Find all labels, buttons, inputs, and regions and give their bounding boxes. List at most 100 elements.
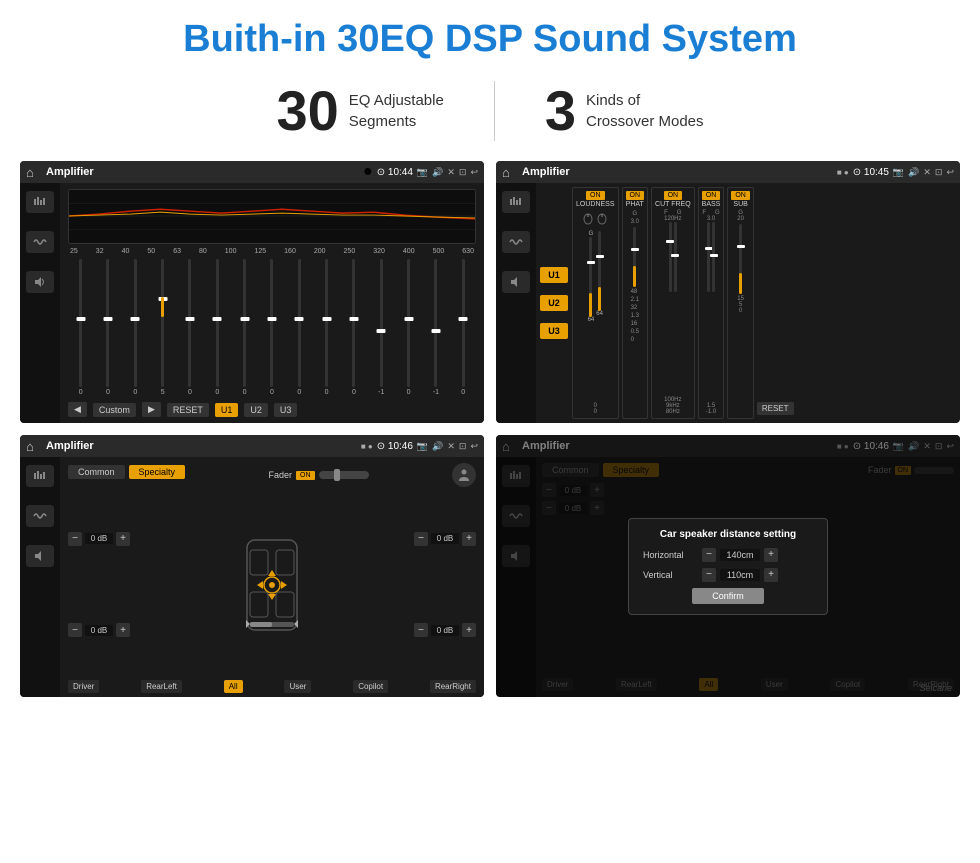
loudness-on[interactable]: ON xyxy=(586,191,605,200)
freq-500: 500 xyxy=(433,248,445,255)
db-minus-2[interactable]: − xyxy=(68,623,82,637)
nav-copilot[interactable]: Copilot xyxy=(353,680,388,693)
sidebar-btn-wave-3[interactable] xyxy=(26,505,54,527)
next-button[interactable]: ▶ xyxy=(142,402,161,417)
phat-on[interactable]: ON xyxy=(626,191,645,200)
db-value-4: 0 dB xyxy=(431,625,459,636)
screen3-sidebar xyxy=(20,457,60,697)
crossover-reset-btn[interactable]: RESET xyxy=(757,402,794,415)
cutfreq-sliders xyxy=(669,222,677,397)
slider-4[interactable]: 5 xyxy=(150,259,175,396)
sidebar-btn-eq-3[interactable] xyxy=(26,465,54,487)
slider-12[interactable]: -1 xyxy=(369,259,394,396)
slider-14[interactable]: -1 xyxy=(423,259,448,396)
slider-1[interactable]: 0 xyxy=(68,259,93,396)
db-plus-1[interactable]: + xyxy=(116,532,130,546)
camera-icon-3: 📷 xyxy=(417,441,428,452)
u3-crossover-btn[interactable]: U3 xyxy=(540,323,568,339)
preset-button[interactable]: Custom xyxy=(93,403,136,417)
slider-7[interactable]: 0 xyxy=(232,259,257,396)
left-db-controls: − 0 dB + − 0 dB + xyxy=(68,493,130,676)
sidebar-btn-vol-2[interactable] xyxy=(502,271,530,293)
db-minus-4[interactable]: − xyxy=(414,623,428,637)
dialog-overlay: Car speaker distance setting Horizontal … xyxy=(496,435,960,697)
u1-button[interactable]: U1 xyxy=(215,403,239,417)
slider-10[interactable]: 0 xyxy=(314,259,339,396)
db-plus-3[interactable]: + xyxy=(462,532,476,546)
car-person-icon[interactable] xyxy=(452,463,476,487)
db-minus-3[interactable]: − xyxy=(414,532,428,546)
nav-user[interactable]: User xyxy=(284,680,311,693)
vertical-plus[interactable]: + xyxy=(764,568,778,582)
sub-on[interactable]: ON xyxy=(731,191,750,200)
freq-80: 80 xyxy=(199,248,207,255)
speaker-main: Common Specialty Fader ON xyxy=(60,457,484,697)
db-minus-1[interactable]: − xyxy=(68,532,82,546)
status-dot-1: ● xyxy=(363,163,373,181)
slider-2[interactable]: 0 xyxy=(95,259,120,396)
volume-icon-3: 🔊 xyxy=(432,441,443,452)
vertical-minus[interactable]: − xyxy=(702,568,716,582)
db-plus-2[interactable]: + xyxy=(116,623,130,637)
slider-5[interactable]: 0 xyxy=(177,259,202,396)
freq-25: 25 xyxy=(70,248,78,255)
sidebar-btn-eq-2[interactable] xyxy=(502,191,530,213)
tab-specialty[interactable]: Specialty xyxy=(129,465,186,479)
screen2-app-title: Amplifier xyxy=(522,166,833,178)
fader-track[interactable] xyxy=(319,471,369,479)
back-icon-3[interactable]: ↩ xyxy=(470,441,478,452)
horizontal-minus[interactable]: − xyxy=(702,548,716,562)
expand-icon-3[interactable]: ⊡ xyxy=(459,441,467,452)
nav-all[interactable]: All xyxy=(224,680,243,693)
close-icon-1[interactable]: ✕ xyxy=(447,167,455,178)
freq-40: 40 xyxy=(122,248,130,255)
u2-button[interactable]: U2 xyxy=(244,403,268,417)
back-icon-1[interactable]: ↩ xyxy=(470,167,478,178)
slider-15[interactable]: 0 xyxy=(451,259,476,396)
eq-bottom-controls: ◀ Custom ▶ RESET U1 U2 U3 xyxy=(68,400,476,419)
eq-main: 25 32 40 50 63 80 100 125 160 200 250 32… xyxy=(60,183,484,423)
expand-icon-2[interactable]: ⊡ xyxy=(935,167,943,178)
nav-rearright[interactable]: RearRight xyxy=(430,680,476,693)
stats-row: 30 EQ AdjustableSegments 3 Kinds ofCross… xyxy=(0,71,980,161)
close-icon-3[interactable]: ✕ xyxy=(447,441,455,452)
sidebar-btn-vol[interactable] xyxy=(26,271,54,293)
db-plus-4[interactable]: + xyxy=(462,623,476,637)
reset-button[interactable]: RESET xyxy=(167,403,209,417)
prev-button[interactable]: ◀ xyxy=(68,402,87,417)
horizontal-plus[interactable]: + xyxy=(764,548,778,562)
expand-icon-1[interactable]: ⊡ xyxy=(459,167,467,178)
u3-button[interactable]: U3 xyxy=(274,403,298,417)
nav-driver[interactable]: Driver xyxy=(68,680,99,693)
u2-crossover-btn[interactable]: U2 xyxy=(540,295,568,311)
home-icon-3[interactable]: ⌂ xyxy=(26,438,42,454)
slider-9[interactable]: 0 xyxy=(287,259,312,396)
confirm-button[interactable]: Confirm xyxy=(692,588,764,604)
screen1-app-title: Amplifier xyxy=(46,166,359,178)
sidebar-btn-wave[interactable] xyxy=(26,231,54,253)
freq-32: 32 xyxy=(96,248,104,255)
bass-on[interactable]: ON xyxy=(702,191,721,200)
nav-rearleft[interactable]: RearLeft xyxy=(141,680,182,693)
slider-11[interactable]: 0 xyxy=(341,259,366,396)
slider-3[interactable]: 0 xyxy=(123,259,148,396)
channel-bass: ON BASS FG 3.0 1.5 -1. xyxy=(698,187,725,419)
status-bar-1: ⌂ Amplifier ● ⊙ 10:44 📷 🔊 ✕ ⊡ ↩ xyxy=(20,161,484,183)
slider-8[interactable]: 0 xyxy=(259,259,284,396)
u1-crossover-btn[interactable]: U1 xyxy=(540,267,568,283)
camera-icon-2: 📷 xyxy=(893,167,904,178)
close-icon-2[interactable]: ✕ xyxy=(923,167,931,178)
slider-13[interactable]: 0 xyxy=(396,259,421,396)
phat-vals: 3.0 48 2.1 32 1.3 16 0.5 0 xyxy=(631,219,639,415)
home-icon-2[interactable]: ⌂ xyxy=(502,164,518,180)
volume-icon-2: 🔊 xyxy=(908,167,919,178)
back-icon-2[interactable]: ↩ xyxy=(946,167,954,178)
sidebar-btn-eq[interactable] xyxy=(26,191,54,213)
sidebar-btn-vol-3[interactable] xyxy=(26,545,54,567)
slider-6[interactable]: 0 xyxy=(205,259,230,396)
cutfreq-on[interactable]: ON xyxy=(664,191,683,200)
distance-dialog: Car speaker distance setting Horizontal … xyxy=(628,518,828,615)
sidebar-btn-wave-2[interactable] xyxy=(502,231,530,253)
home-icon-1[interactable]: ⌂ xyxy=(26,164,42,180)
tab-common[interactable]: Common xyxy=(68,465,125,479)
